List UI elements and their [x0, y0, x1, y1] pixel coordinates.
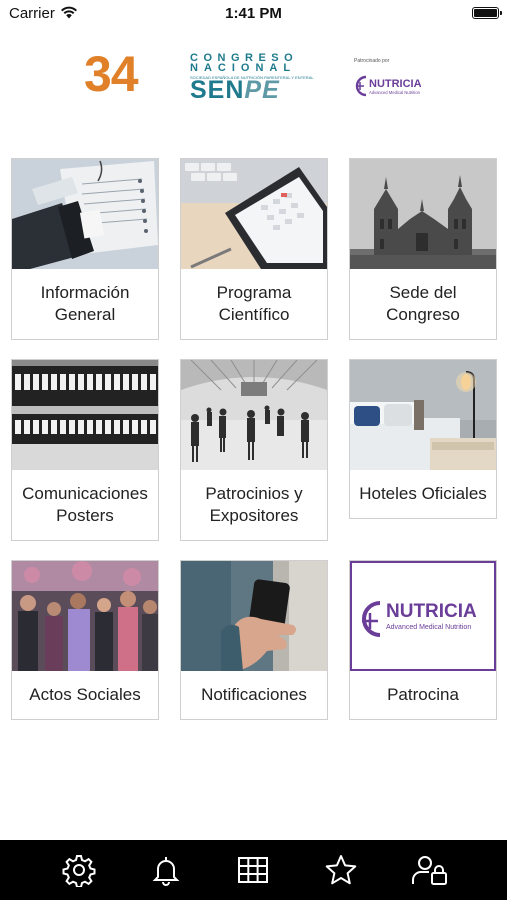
sponsor-logo-header: Patrocinado por NUTRICIA Advanced Medica… [354, 58, 434, 102]
documents-photo [12, 159, 158, 269]
tile-label: Patrocina [387, 685, 459, 704]
tab-favorites[interactable] [319, 848, 363, 892]
tablet-calendar-photo [181, 159, 327, 269]
tile-label: Comunicaciones Posters [22, 484, 148, 525]
tab-profile[interactable] [408, 848, 452, 892]
status-bar: Carrier 1:41 PM [0, 0, 507, 28]
logo-nacional: NACIONAL [190, 62, 297, 74]
grid-icon [238, 857, 268, 883]
gear-icon [62, 855, 96, 887]
crowd-photo [12, 561, 158, 671]
battery-icon [472, 7, 502, 19]
sponsor-tagline: Advanced Medical Nutrition [369, 90, 421, 95]
binders-photo [12, 360, 158, 470]
nutricia-logo: NUTRICIA Advanced Medical Nutrition [355, 75, 422, 97]
exhibition-hall-photo [181, 360, 327, 470]
logo-senpe-a: SEN [190, 76, 245, 104]
tab-bar [0, 840, 507, 900]
bell-icon [152, 857, 180, 886]
hotel-room-photo [350, 360, 496, 470]
tile-actos-sociales[interactable]: Actos Sociales [11, 560, 159, 720]
tile-label: Patrocinios y Expositores [205, 484, 303, 525]
tab-notifications[interactable] [144, 848, 188, 892]
tile-label: Programa Científico [216, 283, 292, 324]
tile-label: Actos Sociales [29, 685, 141, 704]
tile-label: Notificaciones [201, 685, 307, 704]
nutricia-logo-tile: NUTRICIA Advanced Medical Nutrition [350, 561, 496, 671]
sponsor-name: NUTRICIA [369, 78, 422, 90]
logo-senpe-b: PE [244, 76, 280, 104]
tile-label: Sede del Congreso [386, 283, 460, 324]
tile-notificaciones[interactable]: Notificaciones [180, 560, 328, 720]
tab-home-grid[interactable] [231, 848, 275, 892]
tile-sede-del-congreso[interactable]: Sede del Congreso [349, 158, 497, 340]
congress-logo: 34 CONGRESO NACIONAL SENPE SOCIEDAD ESPA… [84, 46, 344, 103]
tile-patrocina[interactable]: NUTRICIA Advanced Medical Nutrition Patr… [349, 560, 497, 720]
tile-programa-cientifico[interactable]: Programa Científico [180, 158, 328, 340]
tile-patrocinios-expositores[interactable]: Patrocinios y Expositores [180, 359, 328, 541]
logo-senpe: SENPE [190, 77, 280, 103]
user-lock-icon [412, 856, 447, 885]
clock: 1:41 PM [225, 5, 282, 22]
tile-label: Información General [40, 283, 130, 324]
tile-hoteles-oficiales[interactable]: Hoteles Oficiales [349, 359, 497, 519]
tile-label: Hoteles Oficiales [359, 484, 487, 503]
tile-comunicaciones-posters[interactable]: Comunicaciones Posters [11, 359, 159, 541]
logo-number: 34 [84, 46, 139, 102]
star-icon [325, 855, 357, 885]
sponsor-label: Patrocinado por [354, 58, 390, 64]
tile-informacion-general[interactable]: Información General [11, 158, 159, 340]
phone-hand-photo [181, 561, 327, 671]
tab-settings[interactable] [57, 848, 101, 892]
patrocina-logo-tagline: Advanced Medical Nutrition [386, 624, 471, 631]
cathedral-photo [350, 159, 496, 269]
logo-subtitle: SOCIEDAD ESPAÑOLA DE NUTRICIÓN PARENTERA… [190, 75, 314, 80]
patrocina-logo-name: NUTRICIA [386, 601, 477, 622]
